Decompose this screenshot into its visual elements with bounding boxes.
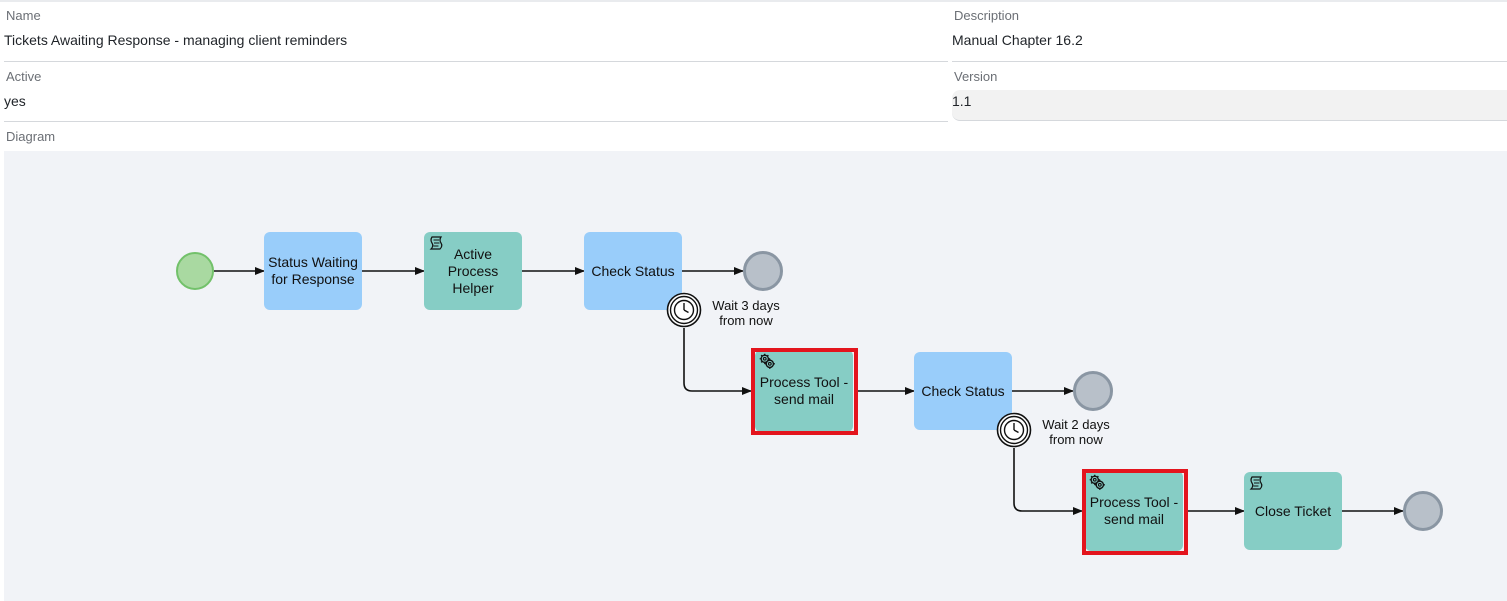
task-active-helper[interactable]: Active Process Helper — [424, 232, 522, 310]
clock-icon[interactable] — [666, 292, 702, 328]
timer-1-label: Wait 3 days from now — [712, 298, 780, 328]
process-diagram-canvas[interactable]: Status Waiting for Response Active Proce… — [4, 151, 1507, 601]
flow-timer2-to-mail2 — [1013, 448, 1083, 515]
highlight-send-mail-1 — [751, 348, 858, 435]
end-event-1[interactable] — [743, 251, 783, 291]
version-value: 1.1 — [952, 93, 972, 109]
active-field: Active yes — [4, 69, 948, 122]
diagram-label: Diagram — [6, 129, 56, 144]
task-status-waiting[interactable]: Status Waiting for Response — [264, 232, 362, 310]
name-underline — [4, 61, 948, 62]
name-value: Tickets Awaiting Response - managing cli… — [4, 32, 348, 48]
task-status-waiting-label: Status Waiting for Response — [268, 254, 358, 287]
top-divider — [0, 0, 1507, 2]
description-field: Description Manual Chapter 16.2 — [952, 8, 1507, 62]
script-icon — [429, 236, 443, 250]
active-underline — [4, 121, 948, 122]
task-close-ticket-label: Close Ticket — [1254, 502, 1332, 519]
name-label: Name — [6, 8, 41, 23]
timer-2-label: Wait 2 days from now — [1042, 417, 1110, 447]
version-field: Version 1.1 — [952, 69, 1507, 122]
flow-timer1-to-mail1 — [683, 328, 752, 395]
task-check-status-1-label: Check Status — [591, 262, 675, 279]
description-label: Description — [954, 8, 1020, 23]
clock-icon[interactable] — [996, 412, 1032, 448]
highlight-send-mail-2 — [1082, 469, 1188, 555]
active-label: Active — [6, 69, 42, 84]
task-active-helper-label: Active Process Helper — [447, 245, 499, 296]
end-event-3[interactable] — [1403, 491, 1443, 531]
description-underline — [952, 61, 1507, 62]
description-value: Manual Chapter 16.2 — [952, 32, 1083, 48]
start-event[interactable] — [176, 252, 214, 290]
end-event-2[interactable] — [1073, 371, 1113, 411]
version-label: Version — [954, 69, 998, 84]
task-check-status-2-label: Check Status — [921, 382, 1005, 399]
active-value: yes — [4, 93, 26, 109]
script-icon — [1249, 476, 1263, 490]
name-field: Name Tickets Awaiting Response - managin… — [4, 8, 948, 62]
task-close-ticket[interactable]: Close Ticket — [1244, 472, 1342, 550]
